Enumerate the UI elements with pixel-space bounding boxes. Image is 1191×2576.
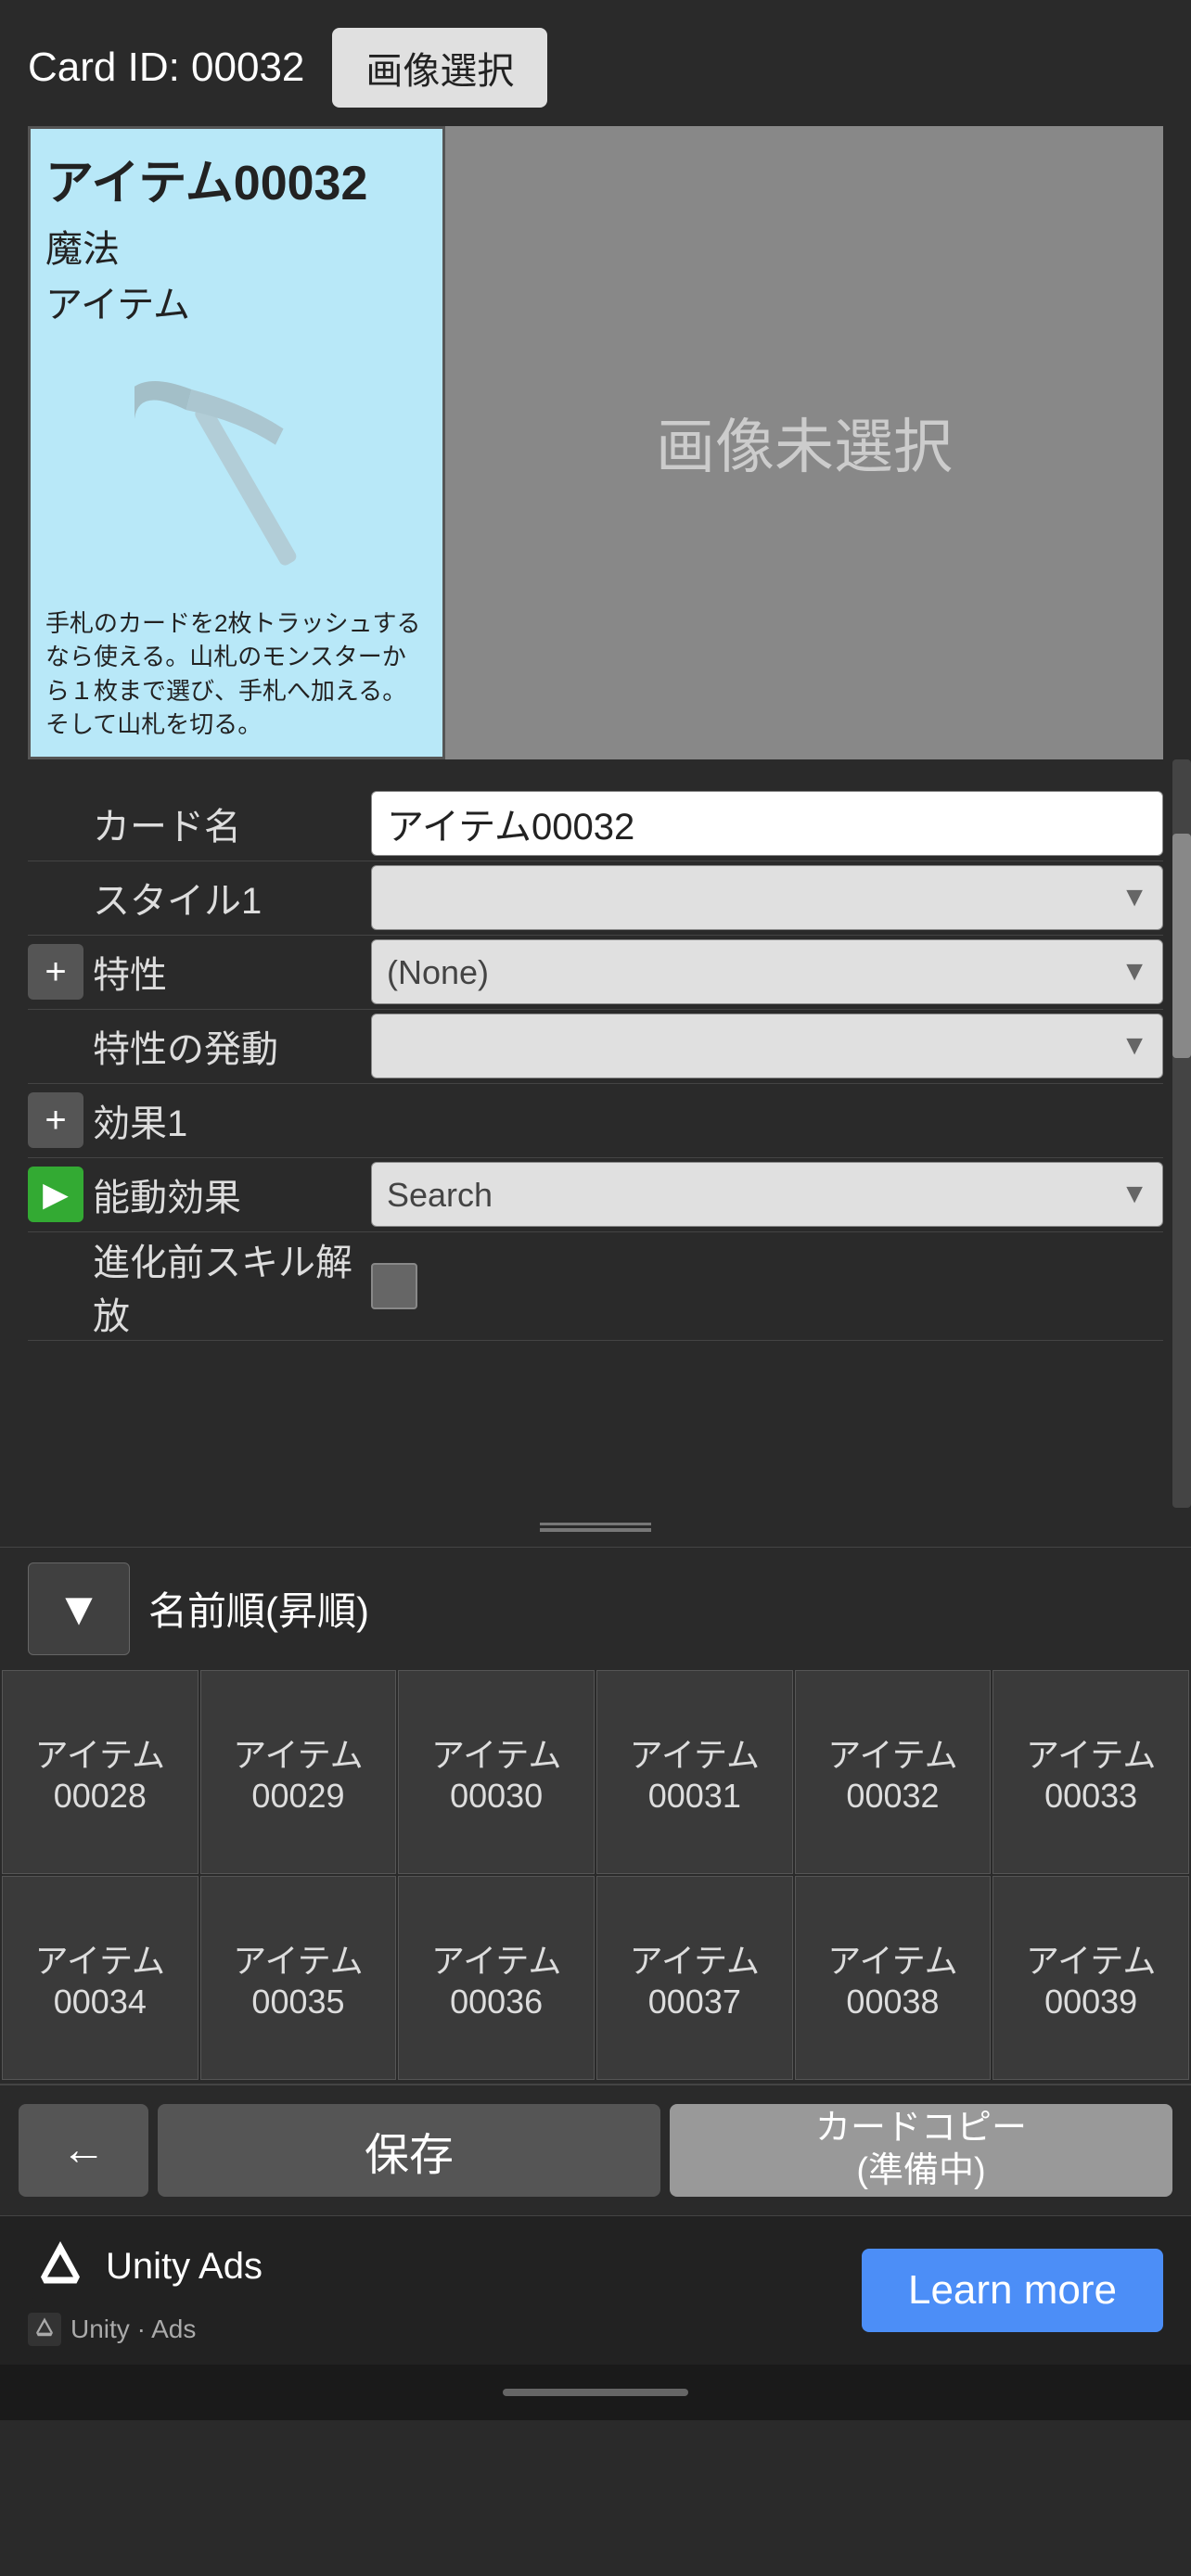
style1-row: スタイル1 ▼ [28,861,1163,936]
pre-evolve-checkbox[interactable] [371,1263,417,1309]
active-effect-row: ▶ 能動効果 Search ▼ [28,1158,1163,1232]
trait-trigger-select[interactable] [371,1014,1163,1078]
drag-handle-lines [540,1523,651,1532]
card-id-label: Card ID: 00032 [28,45,304,91]
active-effect-select[interactable]: Search [371,1162,1163,1227]
sort-down-icon: ▼ [56,1582,102,1636]
card-preview: アイテム00032 魔法 アイテム 手札のカードを2枚トラッシュするなら使える。… [28,126,445,759]
sort-label: 名前順(昇順) [148,1580,369,1637]
card-preview-title: アイテム00032 [45,144,428,213]
learn-more-button[interactable]: Learn more [862,2249,1163,2332]
effect1-plus-button[interactable]: + [28,1092,83,1148]
no-image-placeholder: 画像未選択 [445,126,1163,759]
trait-select[interactable]: (None) [371,939,1163,1004]
active-effect-label: 能動効果 [93,1167,371,1221]
list-item[interactable]: アイテム00029 [200,1670,397,1874]
trait-trigger-select-wrapper: ▼ [371,1014,1163,1078]
pickaxe-icon [134,338,339,597]
active-effect-play-button[interactable]: ▶ [28,1167,83,1222]
active-effect-select-wrapper: Search ▼ [371,1162,1163,1227]
effect1-label: 効果1 [93,1093,371,1147]
top-section: Card ID: 00032 画像選択 アイテム00032 魔法 アイテム [0,0,1191,759]
drag-handle[interactable] [0,1508,1191,1547]
list-item[interactable]: アイテム00037 [596,1876,793,2080]
pre-evolve-row: 進化前スキル解放 [28,1232,1163,1341]
trait-label: 特性 [93,945,371,999]
form-spacer [28,1341,1163,1489]
trait-plus-button[interactable]: + [28,944,83,1000]
card-type1: 魔法 [45,219,428,273]
back-button[interactable]: ← [19,2104,148,2197]
card-name-label: カード名 [93,797,371,850]
card-id-row: Card ID: 00032 画像選択 [28,28,1163,108]
trait-select-wrapper: (None) ▼ [371,939,1163,1004]
list-item[interactable]: アイテム00030 [398,1670,595,1874]
list-item[interactable]: アイテム00039 [992,1876,1189,2080]
list-item[interactable]: アイテム00038 [795,1876,992,2080]
style1-select-wrapper: ▼ [371,865,1163,930]
list-item[interactable]: アイテム00036 [398,1876,595,2080]
list-item[interactable]: アイテム00033 [992,1670,1189,1874]
unity-small-text: Unity · Ads [70,2315,196,2344]
card-name-input[interactable] [371,791,1163,856]
trait-trigger-label: 特性の発動 [93,1019,371,1073]
unity-ads-branding: Unity Ads Unity · Ads [28,2235,263,2346]
save-button[interactable]: 保存 [158,2104,660,2197]
unity-ads-label: Unity Ads [106,2246,263,2288]
list-item[interactable]: アイテム00031 [596,1670,793,1874]
home-indicator [0,2365,1191,2420]
card-type2: アイテム [45,274,428,328]
unity-logo-icon [28,2235,93,2300]
unity-small-icon [28,2313,61,2346]
form-scrollbar-thumb [1172,834,1191,1058]
card-image-area [45,338,428,597]
form-area: カード名 スタイル1 ▼ + 特性 (None) ▼ [0,759,1191,1508]
card-description: 手札のカードを2枚トラッシュするなら使える。山札のモンスターから１枚まで選び、手… [45,606,428,742]
unity-ads-logo: Unity Ads [28,2235,263,2300]
sort-dropdown-button[interactable]: ▼ [28,1562,130,1655]
bottom-toolbar: ← 保存 カードコピー (準備中) [0,2084,1191,2215]
form-scrollbar[interactable] [1172,759,1191,1508]
home-bar [503,2389,688,2396]
effect1-row: + 効果1 [28,1084,1163,1158]
no-image-text: 画像未選択 [656,400,953,485]
trait-trigger-row: 特性の発動 ▼ [28,1010,1163,1084]
card-name-row: カード名 [28,787,1163,861]
style1-label: スタイル1 [93,871,371,925]
preview-row: アイテム00032 魔法 アイテム 手札のカードを2枚トラッシュするなら使える。… [28,126,1163,759]
style1-select[interactable] [371,865,1163,930]
image-select-button[interactable]: 画像選択 [332,28,547,108]
pre-evolve-label: 進化前スキル解放 [93,1232,371,1340]
card-copy-button[interactable]: カードコピー (準備中) [670,2104,1172,2197]
ad-banner: Unity Ads Unity · Ads Learn more [0,2215,1191,2365]
sort-bar: ▼ 名前順(昇順) [0,1547,1191,1670]
trait-row: + 特性 (None) ▼ [28,936,1163,1010]
list-item[interactable]: アイテム00034 [2,1876,198,2080]
card-grid: アイテム00028 アイテム00029 アイテム00030 アイテム00031 … [0,1670,1191,2080]
form-section: カード名 スタイル1 ▼ + 特性 (None) ▼ [0,759,1191,1508]
unity-small-row: Unity · Ads [28,2313,263,2346]
list-item[interactable]: アイテム00035 [200,1876,397,2080]
list-item[interactable]: アイテム00032 [795,1670,992,1874]
list-item[interactable]: アイテム00028 [2,1670,198,1874]
